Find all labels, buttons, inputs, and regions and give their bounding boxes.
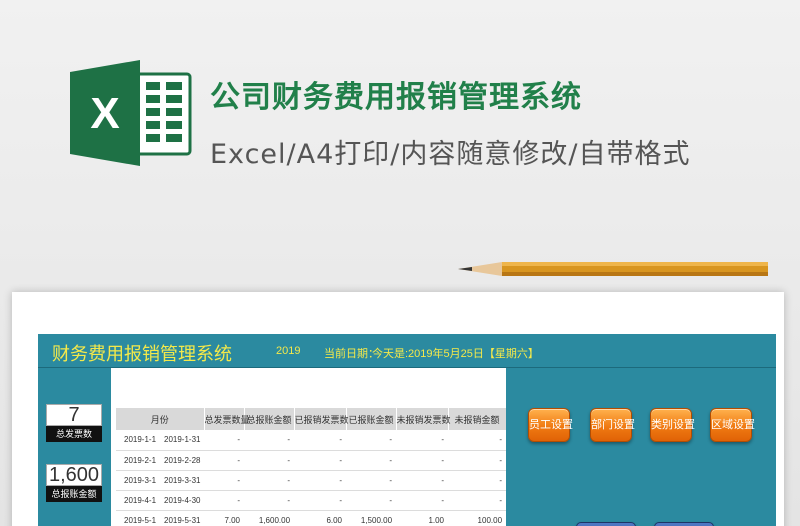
cell: -: [244, 490, 295, 511]
cell: -: [346, 450, 397, 471]
stat-total-invoices: 7 总发票数: [46, 404, 102, 442]
pencil-icon: [458, 262, 768, 276]
cell: -: [448, 450, 507, 471]
table-row: 2019-4-1 2019-4-30 - - - - - -: [116, 490, 507, 511]
cell: 2019-5-1: [116, 510, 160, 526]
cell: -: [396, 450, 449, 471]
cell: 2019-1-31: [160, 430, 205, 451]
cell: -: [244, 430, 295, 451]
cell: 1,600.00: [244, 510, 295, 526]
cell: 2019-1-1: [116, 430, 160, 451]
cell: -: [294, 450, 347, 471]
stat-value: 1,600: [46, 464, 102, 486]
navigation-panel: 员工设置 部门设置 类别设置 区域设置: [506, 368, 776, 526]
cell: 100.00: [448, 510, 507, 526]
cell: 2019-2-1: [116, 450, 160, 471]
cell: -: [244, 450, 295, 471]
cell: -: [346, 470, 397, 491]
table-row: 2019-1-1 2019-1-31 - - - - - -: [116, 430, 507, 451]
spreadsheet-preview: 财务费用报销管理系统 2019 当前日期： 今天是:2019年5月25日【星期六…: [12, 292, 784, 526]
summary-table: 月份 总发票数量 总报账金额 已报销发票数 已报账金额 未报销发票数 未报销金额…: [116, 408, 507, 526]
table-row: 2019-3-1 2019-3-31 - - - - - -: [116, 470, 507, 491]
cell: -: [448, 430, 507, 451]
table-row: 2019-2-1 2019-2-28 - - - - - -: [116, 450, 507, 471]
cell: -: [346, 490, 397, 511]
cell: -: [396, 470, 449, 491]
cell: -: [448, 470, 507, 491]
cell: -: [294, 430, 347, 451]
department-settings-button[interactable]: 部门设置: [590, 408, 635, 442]
excel-icon: X: [70, 60, 192, 166]
page-title: 公司财务费用报销管理系统: [210, 80, 582, 115]
column-header: 未报销发票数: [396, 408, 451, 430]
column-header: 已报账金额: [346, 408, 397, 430]
banner-today: 今天是:2019年5月25日【星期六】: [372, 348, 539, 360]
cell: -: [204, 430, 245, 451]
category-settings-button[interactable]: 类别设置: [650, 408, 695, 442]
cell: 2019-3-31: [160, 470, 205, 491]
cell: 2019-4-30: [160, 490, 205, 511]
banner-title: 财务费用报销管理系统: [52, 344, 232, 365]
cell: 1,500.00: [346, 510, 397, 526]
cell: -: [204, 470, 245, 491]
page-subtitle: Excel/A4打印/内容随意修改/自带格式: [210, 139, 691, 170]
banner-date-label: 当前日期：: [324, 348, 379, 360]
cell: -: [396, 430, 449, 451]
report-button[interactable]: [576, 522, 636, 526]
cell: -: [448, 490, 507, 511]
stat-label: 总报账金额: [46, 486, 102, 502]
cell: 2019-3-1: [116, 470, 160, 491]
stat-value: 7: [46, 404, 102, 426]
cell: -: [204, 450, 245, 471]
column-header: 月份: [116, 408, 205, 430]
column-header: 总报账金额: [244, 408, 295, 430]
cell: -: [396, 490, 449, 511]
cell: 7.00: [204, 510, 245, 526]
excel-logo-letter: X: [90, 89, 119, 138]
cell: 2019-5-31: [160, 510, 205, 526]
column-header: 未报销金额: [448, 408, 507, 430]
stat-total-amount: 1,600 总报账金额: [46, 464, 102, 502]
column-header: 已报销发票数: [294, 408, 349, 430]
employee-settings-button[interactable]: 员工设置: [528, 408, 573, 442]
cell: 6.00: [294, 510, 347, 526]
cell: 1.00: [396, 510, 449, 526]
cell: -: [294, 490, 347, 511]
table-row: 2019-5-1 2019-5-31 7.00 1,600.00 6.00 1,…: [116, 510, 507, 526]
cell: 2019-2-28: [160, 450, 205, 471]
cell: -: [244, 470, 295, 491]
cell: 2019-4-1: [116, 490, 160, 511]
cell: -: [204, 490, 245, 511]
report-button[interactable]: [654, 522, 714, 526]
column-header: 总发票数量: [204, 408, 250, 430]
stats-panel: 7 总发票数 1,600 总报账金额: [38, 368, 111, 526]
cell: -: [346, 430, 397, 451]
stat-label: 总发票数: [46, 426, 102, 442]
cell: -: [294, 470, 347, 491]
banner-year: 2019: [276, 345, 301, 357]
table-header-row: 月份 总发票数量 总报账金额 已报销发票数 已报账金额 未报销发票数 未报销金额: [116, 408, 507, 430]
region-settings-button[interactable]: 区域设置: [710, 408, 755, 442]
sheet-banner: 财务费用报销管理系统 2019 当前日期： 今天是:2019年5月25日【星期六…: [38, 334, 776, 368]
